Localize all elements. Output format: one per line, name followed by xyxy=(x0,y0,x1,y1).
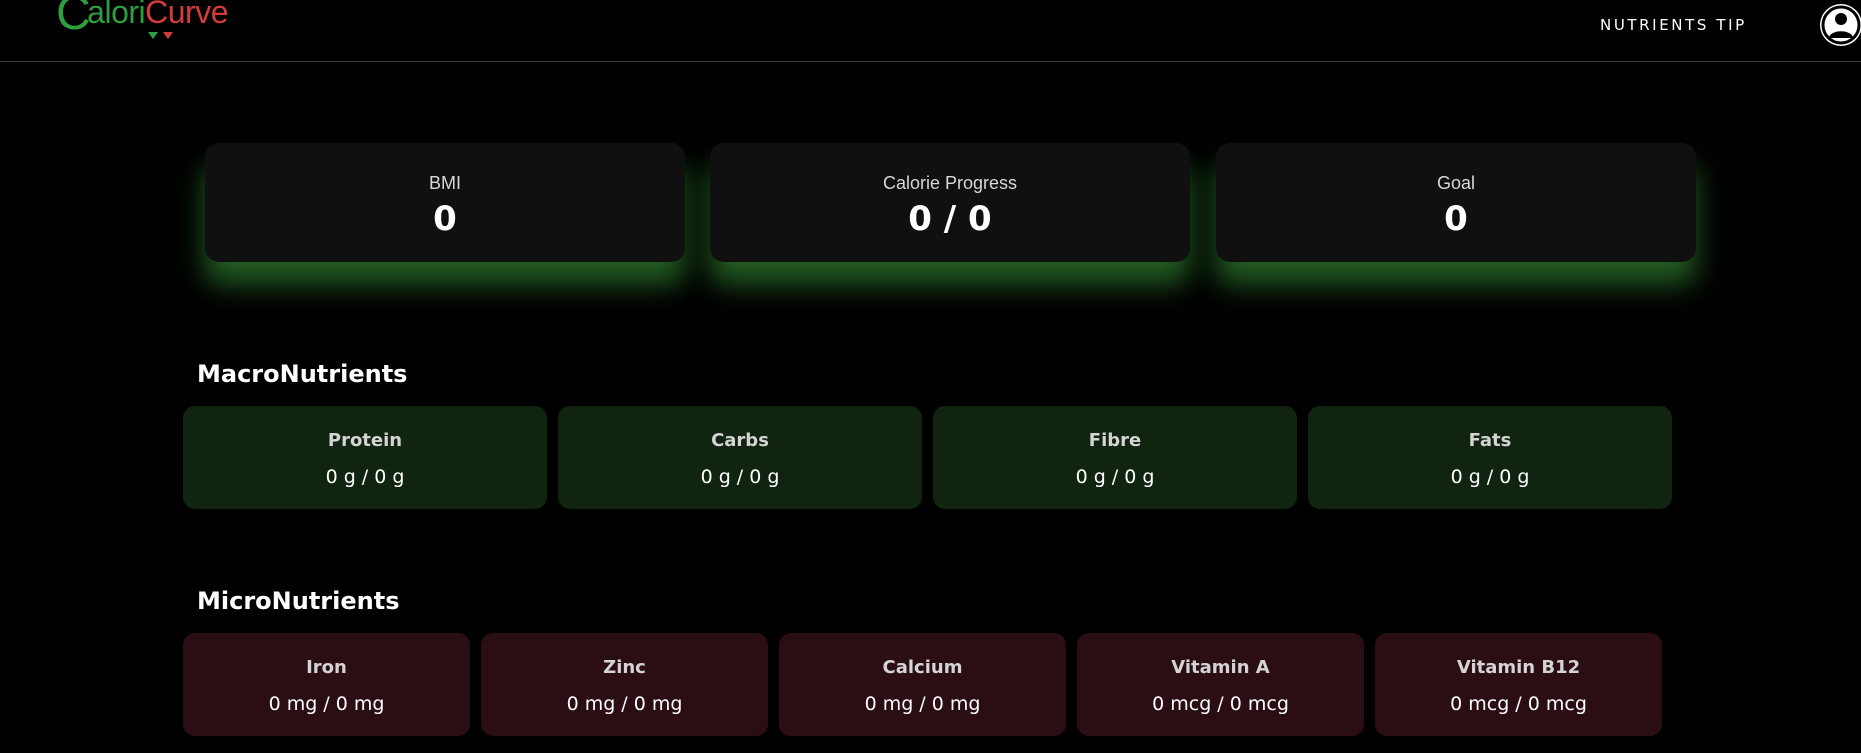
goal-card: Goal 0 xyxy=(1216,143,1696,262)
micro-card-zinc: Zinc 0 mg / 0 mg xyxy=(481,633,768,736)
macro-value: 0 g / 0 g xyxy=(1075,466,1155,488)
bmi-value: 0 xyxy=(433,199,457,239)
macronutrients-heading: MacroNutrients xyxy=(197,360,408,388)
micro-card-vitamin-b12: Vitamin B12 0 mcg / 0 mcg xyxy=(1375,633,1662,736)
micro-value: 0 mg / 0 mg xyxy=(566,693,683,715)
micro-card-vitamin-a: Vitamin A 0 mcg / 0 mcg xyxy=(1077,633,1364,736)
calori-curve-logo[interactable]: CaloriCurve xyxy=(56,0,228,38)
macro-card-protein: Protein 0 g / 0 g xyxy=(183,406,547,509)
micro-name: Calcium xyxy=(882,657,963,678)
micro-value: 0 mcg / 0 mcg xyxy=(1450,693,1587,715)
macro-card-carbs: Carbs 0 g / 0 g xyxy=(558,406,922,509)
macro-name: Protein xyxy=(327,430,403,451)
logo-text-curve: Curve xyxy=(145,0,228,30)
logo-text-alori: alori xyxy=(87,0,146,30)
micro-value: 0 mcg / 0 mcg xyxy=(1152,693,1289,715)
top-navbar: CaloriCurve NUTRIENTS TIP xyxy=(0,0,1861,62)
logo-triangles-icon xyxy=(148,32,173,39)
nutrients-tip-link[interactable]: NUTRIENTS TIP xyxy=(1600,16,1747,34)
macro-name: Fats xyxy=(1468,430,1512,451)
macro-card-fibre: Fibre 0 g / 0 g xyxy=(933,406,1297,509)
micro-value: 0 mg / 0 mg xyxy=(268,693,385,715)
bmi-label: BMI xyxy=(428,173,461,193)
calorie-progress-card: Calorie Progress 0 / 0 xyxy=(710,143,1190,262)
bmi-card: BMI 0 xyxy=(205,143,685,262)
macro-name: Carbs xyxy=(711,430,769,451)
logo-letter-c: C xyxy=(56,0,91,40)
macro-card-fats: Fats 0 g / 0 g xyxy=(1308,406,1672,509)
calorie-progress-value: 0 / 0 xyxy=(908,199,992,239)
goal-value: 0 xyxy=(1444,199,1468,239)
micro-name: Vitamin A xyxy=(1171,657,1270,678)
macro-value: 0 g / 0 g xyxy=(1450,466,1530,488)
macro-value: 0 g / 0 g xyxy=(325,466,405,488)
calorie-progress-label: Calorie Progress xyxy=(882,173,1018,193)
micro-name: Zinc xyxy=(603,657,646,678)
macro-name: Fibre xyxy=(1088,430,1142,451)
micro-name: Iron xyxy=(306,657,347,678)
micronutrients-heading: MicroNutrients xyxy=(197,587,400,615)
micro-card-iron: Iron 0 mg / 0 mg xyxy=(183,633,470,736)
micro-value: 0 mg / 0 mg xyxy=(864,693,981,715)
micro-card-calcium: Calcium 0 mg / 0 mg xyxy=(779,633,1066,736)
user-profile-icon[interactable] xyxy=(1820,4,1861,46)
goal-label: Goal xyxy=(1436,173,1476,193)
macro-value: 0 g / 0 g xyxy=(700,466,780,488)
micro-name: Vitamin B12 xyxy=(1456,657,1581,678)
